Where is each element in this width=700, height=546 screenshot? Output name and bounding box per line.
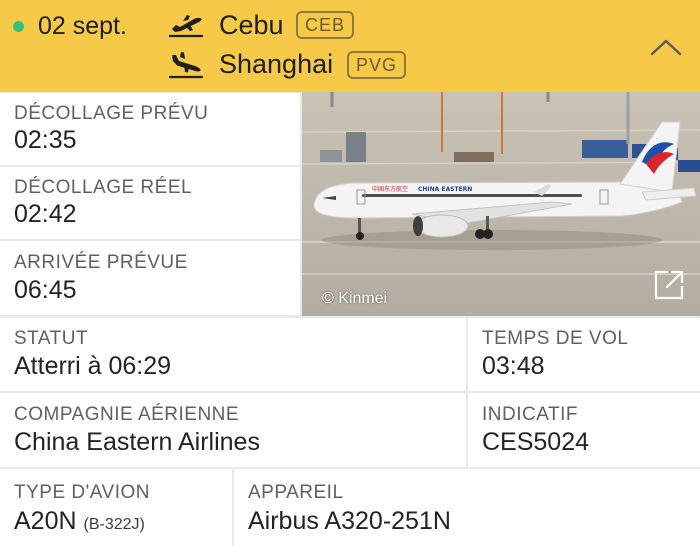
aircraft-registration: (B-322J) — [83, 516, 145, 533]
aircraft-photo-image: 中国东方航空 CHINA EASTERN — [302, 92, 700, 316]
flight-time-value: 03:48 — [482, 352, 545, 380]
scheduled-departure-cell: DÉCOLLAGE PRÉVU 02:35 — [0, 93, 300, 165]
callsign-value: CES5024 — [482, 428, 590, 456]
livery-text: CHINA EASTERN — [418, 186, 472, 193]
aircraft-type-label: TYPE D'AVION — [14, 482, 150, 503]
status-cell: STATUT Atterri à 06:29 — [0, 318, 466, 391]
actual-departure-label: DÉCOLLAGE RÉEL — [14, 177, 193, 198]
actual-departure-value: 02:42 — [14, 200, 77, 228]
flight-date: 02 sept. — [38, 12, 127, 40]
airline-label: COMPAGNIE AÉRIENNE — [14, 404, 240, 425]
scheduled-arrival-label: ARRIVÉE PRÉVUE — [14, 252, 188, 273]
photo-credit: © Kinmei — [322, 290, 388, 307]
landing-icon — [168, 52, 204, 79]
departure-code-badge: CEB — [296, 11, 355, 39]
airline-value: China Eastern Airlines — [14, 428, 260, 456]
aircraft-cell: APPAREIL Airbus A320-251N — [234, 469, 700, 546]
aircraft-type-cell: TYPE D'AVION A20N (B-322J) — [0, 469, 232, 546]
scheduled-departure-label: DÉCOLLAGE PRÉVU — [14, 103, 209, 124]
aircraft-label: APPAREIL — [248, 482, 344, 503]
actual-departure-cell: DÉCOLLAGE RÉEL 02:42 — [0, 167, 300, 239]
status-dot — [13, 21, 24, 32]
chevron-up-icon[interactable] — [648, 34, 684, 60]
takeoff-icon — [168, 15, 204, 38]
aircraft-type-code: A20N — [14, 507, 77, 535]
arrival-city: Shanghai — [219, 49, 334, 79]
scheduled-arrival-cell: ARRIVÉE PRÉVUE 06:45 — [0, 241, 300, 315]
airline-cell: COMPAGNIE AÉRIENNE China Eastern Airline… — [0, 393, 466, 467]
external-link-icon[interactable] — [652, 268, 686, 302]
aircraft-photo[interactable]: 中国东方航空 CHINA EASTERN © Kinmei — [302, 92, 700, 316]
aircraft-value: Airbus A320-251N — [248, 507, 451, 535]
callsign-cell: INDICATIF CES5024 — [468, 393, 700, 467]
scheduled-arrival-value: 06:45 — [14, 276, 77, 304]
flight-time-cell: TEMPS DE VOL 03:48 — [468, 318, 700, 391]
aircraft-type-value: A20N (B-322J) — [14, 507, 145, 536]
flight-header: 02 sept. Cebu CEB Shanghai PVG — [0, 0, 700, 92]
flight-time-label: TEMPS DE VOL — [482, 328, 629, 349]
livery-cn-text: 中国东方航空 — [372, 185, 408, 193]
departure-city: Cebu — [219, 10, 284, 40]
status-label: STATUT — [14, 328, 89, 349]
arrival-code-badge: PVG — [347, 51, 407, 79]
status-value: Atterri à 06:29 — [14, 352, 172, 380]
scheduled-departure-value: 02:35 — [14, 126, 77, 154]
callsign-label: INDICATIF — [482, 404, 578, 425]
